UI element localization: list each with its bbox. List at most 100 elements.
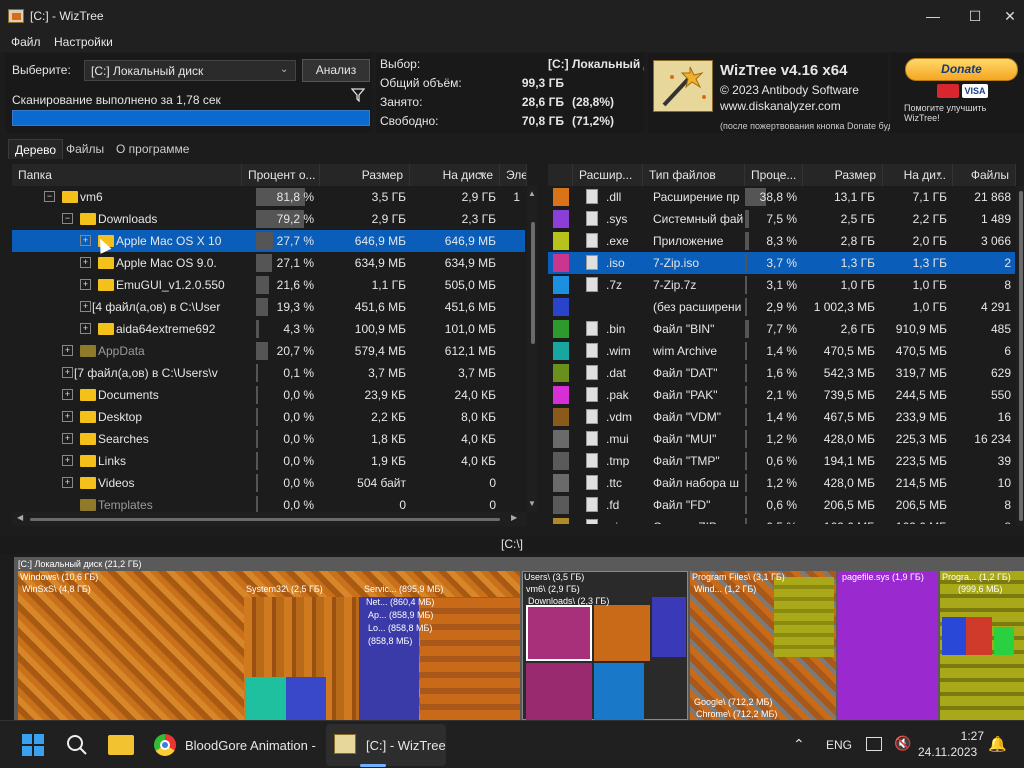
treemap-net-block[interactable]: [420, 597, 520, 720]
drive-dropdown[interactable]: [C:] Локальный диск: [84, 60, 296, 81]
tree-row[interactable]: + Apple Mac OS 9.0. 27,1 % 634,9 МБ 634,9 МБ: [12, 252, 527, 274]
file-type-row[interactable]: .wim wim Archive 1,4 % 470,5 МБ 470,5 МБ 6: [548, 340, 1015, 362]
expand-icon[interactable]: +: [62, 477, 73, 488]
file-type-row[interactable]: .iso 7-Zip.iso 3,7 % 1,3 ГБ 1,3 ГБ 2: [548, 252, 1015, 274]
treemap-emu-block[interactable]: [594, 605, 650, 661]
tree-row[interactable]: + Apple Mac OS X 10 27,7 % 646,9 МБ 646,9 МБ: [12, 230, 525, 252]
filter-icon[interactable]: [351, 88, 365, 102]
treemap-selected-iso-block[interactable]: [526, 605, 592, 661]
expand-icon[interactable]: +: [62, 455, 73, 466]
treemap-pd-blue-block[interactable]: [942, 617, 966, 655]
tree-row[interactable]: + AppData 20,7 % 579,4 МБ 612,1 МБ: [12, 340, 527, 362]
expand-icon[interactable]: +: [62, 411, 73, 422]
treemap-chrome-block[interactable]: [774, 577, 834, 657]
expand-icon[interactable]: +: [80, 257, 91, 268]
tree-row[interactable]: + Documents 0,0 % 23,9 КБ 24,0 КБ: [12, 384, 527, 406]
scroll-down-arrow-icon[interactable]: ▼: [528, 499, 536, 508]
file-type-row[interactable]: .fd Файл "FD" 0,6 % 206,5 МБ 206,5 МБ 8: [548, 494, 1015, 516]
collapse-icon[interactable]: −: [44, 191, 55, 202]
windows-start-icon[interactable]: [22, 734, 44, 756]
file-type-row[interactable]: .ttc Файл набора ш 1,2 % 428,0 МБ 214,5 МБ 10: [548, 472, 1015, 494]
treemap-iso-block-2[interactable]: [526, 663, 592, 720]
scroll-left-arrow-icon[interactable]: ◀: [17, 513, 23, 522]
menu-file[interactable]: Файл: [11, 35, 41, 49]
expand-icon[interactable]: +: [62, 389, 73, 400]
file-type-row[interactable]: .sys Системный фай 7,5 % 2,5 ГБ 2,2 ГБ 1 489: [548, 208, 1015, 230]
file-type-row[interactable]: .dat Файл "DAT" 1,6 % 542,3 МБ 319,7 МБ 629: [548, 362, 1015, 384]
file-type-row[interactable]: .7z 7-Zip.7z 3,1 % 1,0 ГБ 1,0 ГБ 8: [548, 274, 1015, 296]
expand-icon[interactable]: +: [80, 301, 91, 312]
expand-icon[interactable]: +: [62, 345, 73, 356]
types-col-header[interactable]: Проце...: [745, 164, 803, 186]
file-type-row[interactable]: .pak Файл "PAK" 2,1 % 739,5 МБ 244,5 МБ 550: [548, 384, 1015, 406]
types-col-header[interactable]: Тип файлов: [643, 164, 745, 186]
treemap-pd-green-block[interactable]: [994, 627, 1014, 655]
tab-about[interactable]: О программе: [110, 139, 195, 159]
treemap-teal-block[interactable]: [246, 677, 286, 720]
tray-chevron-up-icon[interactable]: ⌃: [793, 736, 805, 753]
scroll-up-arrow-icon[interactable]: ▲: [528, 189, 536, 198]
types-scroll-thumb[interactable]: [1019, 191, 1023, 521]
tree-row[interactable]: + [4 файл(а,ов) в C:\User 19,3 % 451,6 МБ 45…: [12, 296, 527, 318]
treemap-pd-red-block[interactable]: [966, 617, 992, 655]
tree-row[interactable]: − vm6 81,8 % 3,5 ГБ 2,9 ГБ 1: [12, 186, 527, 208]
treemap-pagefile-block[interactable]: [838, 571, 938, 720]
treemap-blue-block[interactable]: [286, 677, 326, 720]
minimize-button[interactable]: —: [910, 0, 956, 32]
search-icon[interactable]: [66, 734, 88, 756]
tree-row[interactable]: + Links 0,0 % 1,9 КБ 4,0 КБ: [12, 450, 527, 472]
expand-icon[interactable]: +: [62, 433, 73, 444]
clock-date[interactable]: 24.11.2023: [918, 745, 977, 759]
tree-row[interactable]: + EmuGUI_v1.2.0.550 21,6 % 1,1 ГБ 505,0 МБ: [12, 274, 527, 296]
website-link[interactable]: www.diskanalyzer.com: [720, 99, 841, 113]
tree-row[interactable]: − Downloads 79,2 % 2,9 ГБ 2,3 ГБ: [12, 208, 527, 230]
network-icon[interactable]: [866, 737, 882, 751]
scroll-right-arrow-icon[interactable]: ▶: [511, 513, 517, 522]
expand-icon[interactable]: +: [80, 235, 91, 246]
types-col-header[interactable]: Расшир...: [573, 164, 643, 186]
tree-row[interactable]: + Desktop 0,0 % 2,2 КБ 8,0 КБ: [12, 406, 527, 428]
menu-settings[interactable]: Настройки: [54, 35, 113, 49]
expand-icon[interactable]: +: [80, 279, 91, 290]
notification-bell-icon[interactable]: 🔔: [988, 735, 1007, 753]
tree-col-header[interactable]: Папка: [12, 164, 242, 186]
tree-col-header[interactable]: Процент о...: [242, 164, 320, 186]
collapse-icon[interactable]: −: [62, 213, 73, 224]
tab-tree[interactable]: Дерево: [8, 139, 64, 159]
tree-row[interactable]: + [7 файл(а,ов) в C:\Users\v 0,1 % 3,7 МБ 3,…: [12, 362, 527, 384]
file-type-row[interactable]: .mui Файл "MUI" 1,2 % 428,0 МБ 225,3 МБ 16 23…: [548, 428, 1015, 450]
expand-icon[interactable]: +: [80, 323, 91, 334]
tree-row[interactable]: + Videos 0,0 % 504 байт 0: [12, 472, 527, 494]
tree-col-header[interactable]: Элеме: [500, 164, 527, 186]
clock-time[interactable]: 1:27: [952, 729, 984, 743]
speaker-muted-icon[interactable]: 🔇: [894, 735, 911, 752]
language-indicator[interactable]: ENG: [826, 738, 852, 752]
treemap[interactable]: [C:] Локальный диск (21,2 ГБ) Windows\ (…: [14, 557, 1024, 720]
file-type-row[interactable]: .exe Приложение 8,3 % 2,8 ГБ 2,0 ГБ 3 066: [548, 230, 1015, 252]
file-type-row[interactable]: (без расширени 2,9 % 1 002,3 МБ 1,0 ГБ 4 291: [548, 296, 1015, 318]
file-explorer-icon[interactable]: [108, 735, 134, 755]
close-button[interactable]: ✕: [996, 0, 1024, 32]
tree-col-header[interactable]: Размер: [320, 164, 410, 186]
tree-hscroll-thumb[interactable]: [30, 518, 500, 521]
treemap-7z-block[interactable]: [594, 663, 644, 720]
types-col-header[interactable]: Размер: [803, 164, 883, 186]
file-type-row[interactable]: .dll Расширение пр 38,8 % 13,1 ГБ 7,1 ГБ 21 8…: [548, 186, 1015, 208]
analyze-button[interactable]: Анализ: [302, 59, 370, 82]
tree-col-header[interactable]: На диске: [410, 164, 500, 186]
file-type-row[interactable]: .tmp Файл "TMP" 0,6 % 194,1 МБ 223,5 МБ 39: [548, 450, 1015, 472]
tree-row[interactable]: + Searches 0,0 % 1,8 КБ 4,0 КБ: [12, 428, 527, 450]
donate-button[interactable]: Donate: [905, 58, 1018, 81]
file-type-row[interactable]: .vdm Файл "VDM" 1,4 % 467,5 МБ 233,9 МБ 16: [548, 406, 1015, 428]
taskbar-chrome-label[interactable]: BloodGore Animation -: [185, 738, 316, 753]
size-value: 1,1 ГБ: [371, 278, 406, 292]
maximize-button[interactable]: ☐: [952, 0, 998, 32]
file-type-row[interactable]: .zipСжатая ZIP-пап0,5 %162,6 МБ162,6 МБ8: [548, 516, 1015, 524]
treemap-misc-block[interactable]: [652, 597, 686, 657]
tree-row[interactable]: + aida64extreme692 4,3 % 100,9 МБ 101,0 МБ: [12, 318, 527, 340]
tree-scroll-thumb[interactable]: [531, 222, 535, 344]
file-type-row[interactable]: .bin Файл "BIN" 7,7 % 2,6 ГБ 910,9 МБ 485: [548, 318, 1015, 340]
expand-icon[interactable]: +: [62, 367, 73, 378]
tab-files[interactable]: Файлы: [60, 139, 110, 159]
types-col-header[interactable]: Файлы: [953, 164, 1016, 186]
